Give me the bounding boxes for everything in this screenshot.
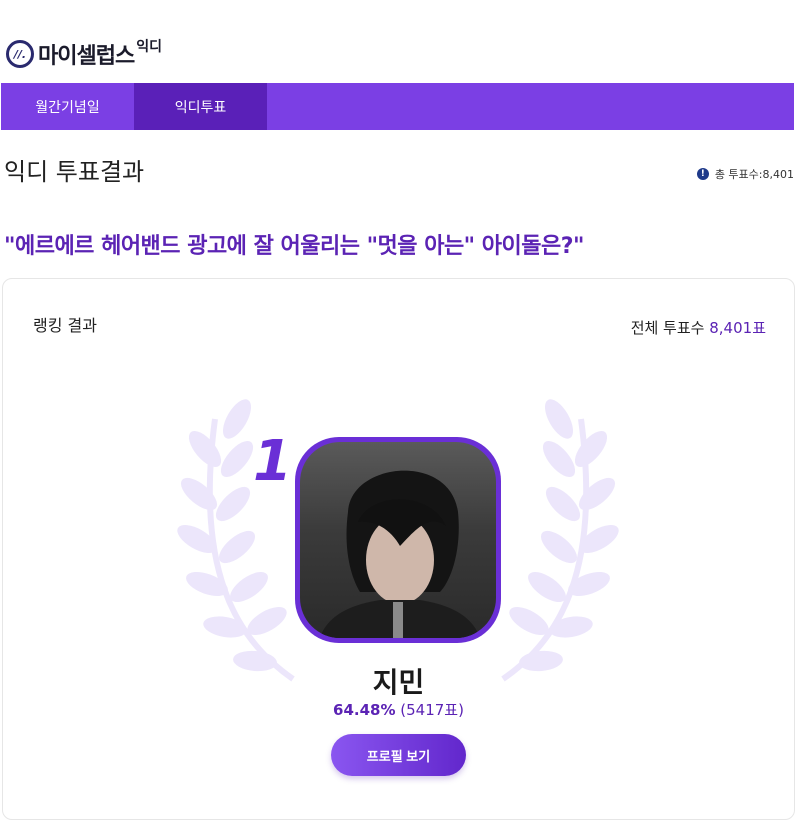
info-icon: !	[696, 168, 709, 180]
site-header: //. 마이셀럽스 익디	[0, 0, 800, 83]
logo-text: 마이셀럽스	[38, 44, 135, 69]
winner-votes: (5417표)	[400, 701, 464, 719]
laurel-right-icon	[501, 399, 619, 682]
ranking-card: 랭킹 결과 전체 투표수 8,401표 1 지민 64.48% (5417표) …	[2, 278, 795, 820]
nav-item-ikdi-vote[interactable]: 익디투표	[134, 83, 267, 130]
logo-subtext: 익디	[136, 39, 162, 55]
view-profile-button[interactable]: 프로필 보기	[331, 734, 466, 776]
total-votes-label: 전체 투표수	[630, 319, 705, 337]
ranking-title: 랭킹 결과	[33, 316, 97, 335]
winner-name: 지민	[372, 666, 425, 699]
nav-item-monthly-anniversary[interactable]: 월간기념일	[1, 83, 134, 130]
person-photo-icon	[320, 470, 480, 638]
winner-photo-frame	[295, 437, 501, 643]
logo-mark-icon: //.	[6, 40, 34, 68]
rank-number: 1	[253, 429, 292, 494]
page-title: 익디 투표결과	[4, 158, 145, 186]
total-votes-value: 8,401표	[709, 319, 766, 337]
winner-photo	[300, 442, 496, 638]
total-votes-text: 총 투표수:8,401	[714, 168, 794, 181]
winner-percent: 64.48%	[333, 701, 396, 719]
site-logo[interactable]: //. 마이셀럽스 익디	[6, 38, 162, 70]
winner-result: 64.48% (5417표)	[3, 699, 794, 720]
ranking-total-votes: 전체 투표수 8,401표	[631, 317, 766, 338]
poll-question: "에르에르 헤어밴드 광고에 잘 어울리는 "멋을 아는" 아이돌은?"	[4, 234, 585, 259]
total-votes-summary: ! 총 투표수:8,401	[696, 166, 794, 182]
main-nav: 월간기념일 익디투표	[1, 83, 794, 130]
